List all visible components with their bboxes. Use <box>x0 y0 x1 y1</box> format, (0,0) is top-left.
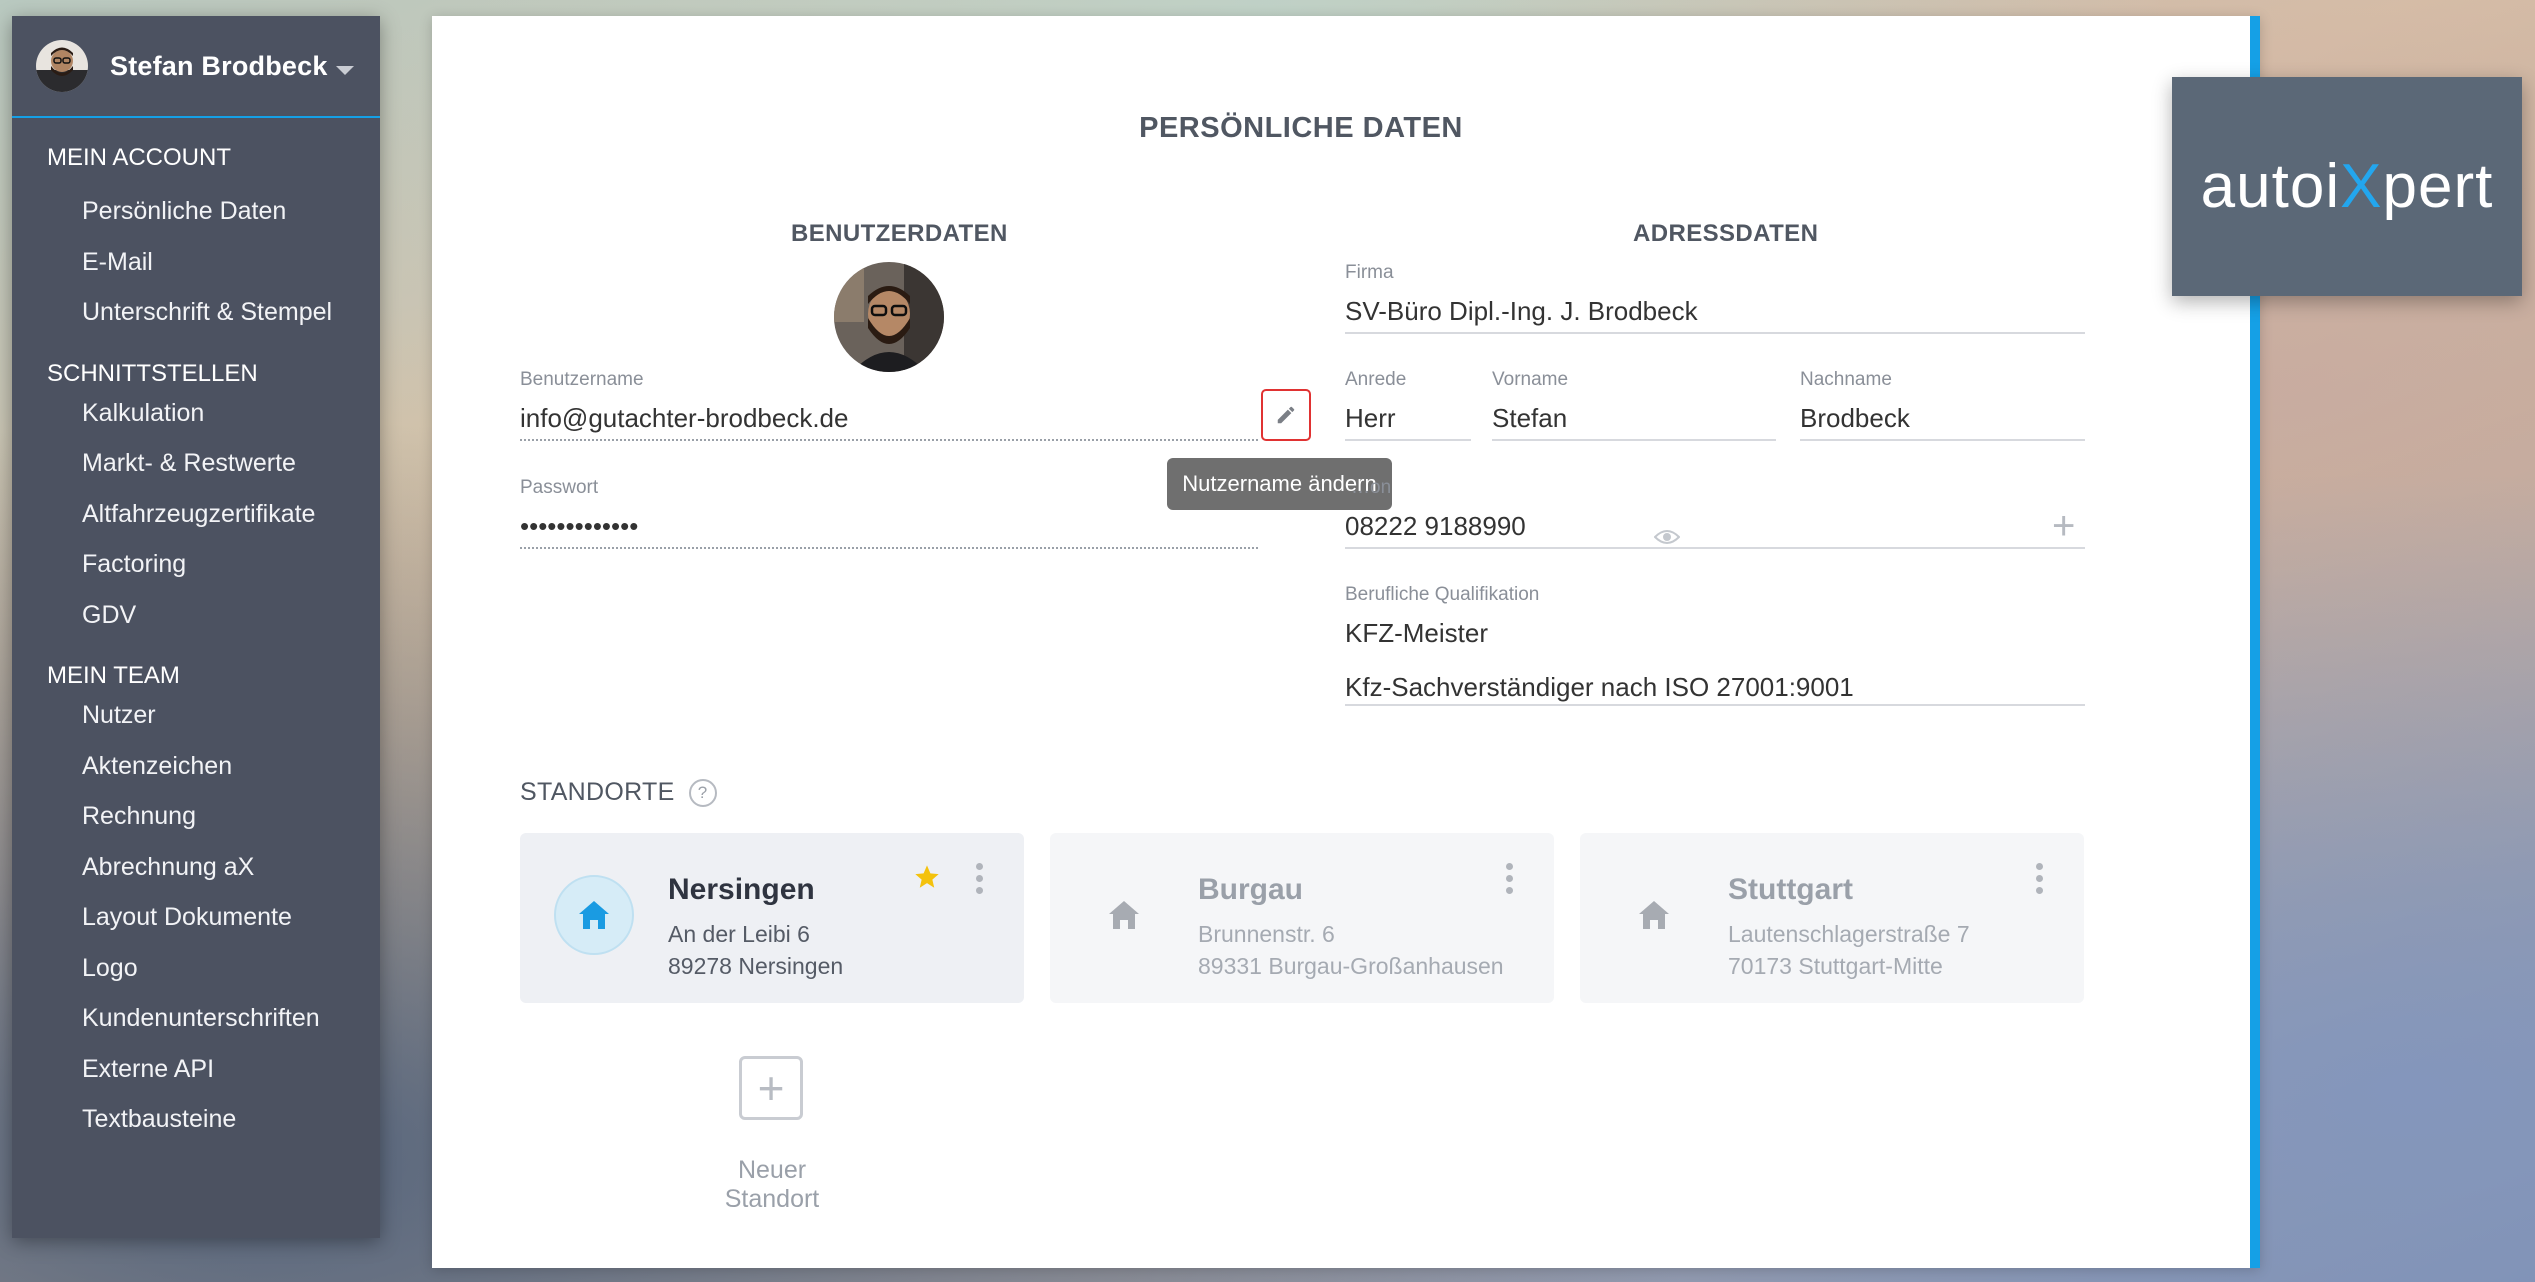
location-card-burgau[interactable]: Burgau Brunnenstr. 6 89331 Burgau-Großan… <box>1050 833 1554 1003</box>
location-city: 89331 Burgau-Großanhausen <box>1198 953 1504 979</box>
star-icon[interactable] <box>912 863 942 891</box>
sidebar-item-layout-dokumente[interactable]: Layout Dokumente <box>12 892 380 943</box>
benutzerdaten-title: BENUTZERDATEN <box>791 220 1008 247</box>
sidebar-item-persoenliche-daten[interactable]: Persönliche Daten <box>12 186 380 237</box>
sidebar-item-factoring[interactable]: Factoring <box>12 539 380 590</box>
location-street: Lautenschlagerstraße 7 <box>1728 921 1970 947</box>
firma-field[interactable]: Firma SV-Büro Dipl.-Ing. J. Brodbeck <box>1345 262 2085 334</box>
anrede-value: Herr <box>1345 403 1396 433</box>
sidebar-nav: MEIN ACCOUNT Persönliche Daten E-Mail Un… <box>12 118 380 1145</box>
sidebar-item-textbausteine[interactable]: Textbausteine <box>12 1094 380 1145</box>
location-city: 70173 Stuttgart-Mitte <box>1728 953 1943 979</box>
nachname-label: Nachname <box>1800 369 1892 390</box>
help-icon[interactable]: ? <box>688 778 717 807</box>
anrede-label: Anrede <box>1345 369 1407 390</box>
sidebar-item-nutzer[interactable]: Nutzer <box>12 690 380 741</box>
location-name: Stuttgart <box>1728 873 1853 906</box>
add-location-button[interactable]: + <box>739 1056 803 1120</box>
firma-value: SV-Büro Dipl.-Ing. J. Brodbeck <box>1345 296 1698 326</box>
section-mein-account: MEIN ACCOUNT <box>47 144 232 171</box>
adressdaten-title: ADRESSDATEN <box>1633 220 1819 247</box>
qualifikation-line-1: KFZ-Meister <box>1345 618 1488 648</box>
more-menu-icon[interactable] <box>1506 863 1514 899</box>
more-menu-icon[interactable] <box>2036 863 2044 899</box>
nachname-value: Brodbeck <box>1800 403 1910 433</box>
sidebar-item-kundenunterschriften[interactable]: Kundenunterschriften <box>12 993 380 1044</box>
user-name: Stefan Brodbeck <box>110 50 328 81</box>
qualifikation-field[interactable]: Berufliche Qualifikation KFZ-Meister Kfz… <box>1345 584 2085 706</box>
telefon-field[interactable]: …on 08222 9188990 <box>1345 477 2085 549</box>
more-menu-icon[interactable] <box>976 863 984 899</box>
nachname-field[interactable]: Nachname Brodbeck <box>1800 369 2085 441</box>
profile-picture[interactable] <box>834 262 944 372</box>
add-location-label[interactable]: Neuer Standort <box>688 1156 856 1214</box>
location-card-nersingen[interactable]: Nersingen An der Leibi 6 89278 Nersingen <box>520 833 1024 1003</box>
location-card-stuttgart[interactable]: Stuttgart Lautenschlagerstraße 7 70173 S… <box>1580 833 2084 1003</box>
sidebar-item-abrechnung-ax[interactable]: Abrechnung aX <box>12 842 380 893</box>
avatar <box>36 40 88 92</box>
username-field[interactable]: Benutzername info@gutachter-brodbeck.de <box>520 369 1258 441</box>
sidebar-item-gdv[interactable]: GDV <box>12 590 380 641</box>
username-value: info@gutachter-brodbeck.de <box>520 403 849 433</box>
sidebar-item-unterschrift[interactable]: Unterschrift & Stempel <box>12 287 380 338</box>
password-value: ••••••••••••• <box>520 511 639 541</box>
home-icon <box>554 875 634 955</box>
firma-label: Firma <box>1345 262 1394 283</box>
sidebar-item-markt-restwerte[interactable]: Markt- & Restwerte <box>12 438 380 489</box>
sidebar-item-altfahrzeugzertifikate[interactable]: Altfahrzeugzertifikate <box>12 489 380 540</box>
main-card: PERSÖNLICHE DATEN BENUTZERDATEN ADRESSDA… <box>432 16 2260 1268</box>
vorname-label: Vorname <box>1492 369 1569 390</box>
username-label: Benutzername <box>520 369 644 390</box>
section-mein-team: MEIN TEAM <box>47 662 180 689</box>
vorname-field[interactable]: Vorname Stefan <box>1492 369 1776 441</box>
telefon-value: 08222 9188990 <box>1345 511 1526 541</box>
standorte-label: STANDORTE <box>520 778 675 806</box>
sidebar-item-externe-api[interactable]: Externe API <box>12 1044 380 1095</box>
home-icon <box>1084 875 1164 955</box>
location-name: Burgau <box>1198 873 1303 906</box>
sidebar-item-email[interactable]: E-Mail <box>12 237 380 288</box>
home-icon <box>1614 875 1694 955</box>
vorname-value: Stefan <box>1492 403 1568 433</box>
chevron-down-icon[interactable] <box>336 66 354 75</box>
pencil-icon <box>1277 406 1295 424</box>
qualifikation-line-2: Kfz-Sachverständiger nach ISO 27001:9001 <box>1345 672 1854 702</box>
password-label: Passwort <box>520 477 599 498</box>
standorte-title: STANDORTE ? <box>520 778 717 807</box>
sidebar-item-logo[interactable]: Logo <box>12 943 380 994</box>
anrede-field[interactable]: Anrede Herr <box>1345 369 1471 441</box>
page-title: PERSÖNLICHE DATEN <box>1139 112 1463 144</box>
sidebar-item-aktenzeichen[interactable]: Aktenzeichen <box>12 741 380 792</box>
user-menu[interactable]: Stefan Brodbeck <box>12 16 380 118</box>
section-schnittstellen: SCHNITTSTELLEN <box>47 359 258 387</box>
telefon-label: …on <box>1351 477 1392 498</box>
sidebar-item-rechnung[interactable]: Rechnung <box>12 791 380 842</box>
location-city: 89278 Nersingen <box>668 953 844 979</box>
qualifikation-label: Berufliche Qualifikation <box>1345 584 1540 605</box>
password-field[interactable]: Passwort ••••••••••••• <box>520 477 1258 549</box>
location-name: Nersingen <box>668 873 815 906</box>
add-phone-icon[interactable]: + <box>2052 506 2075 546</box>
sidebar: Stefan Brodbeck MEIN ACCOUNT Persönliche… <box>12 16 380 1238</box>
edit-username-button[interactable] <box>1261 389 1311 441</box>
sidebar-item-kalkulation[interactable]: Kalkulation <box>12 388 380 439</box>
location-street: Brunnenstr. 6 <box>1198 921 1335 947</box>
location-street: An der Leibi 6 <box>668 921 810 947</box>
autoixpert-logo: autoi Xpert <box>2172 77 2522 296</box>
